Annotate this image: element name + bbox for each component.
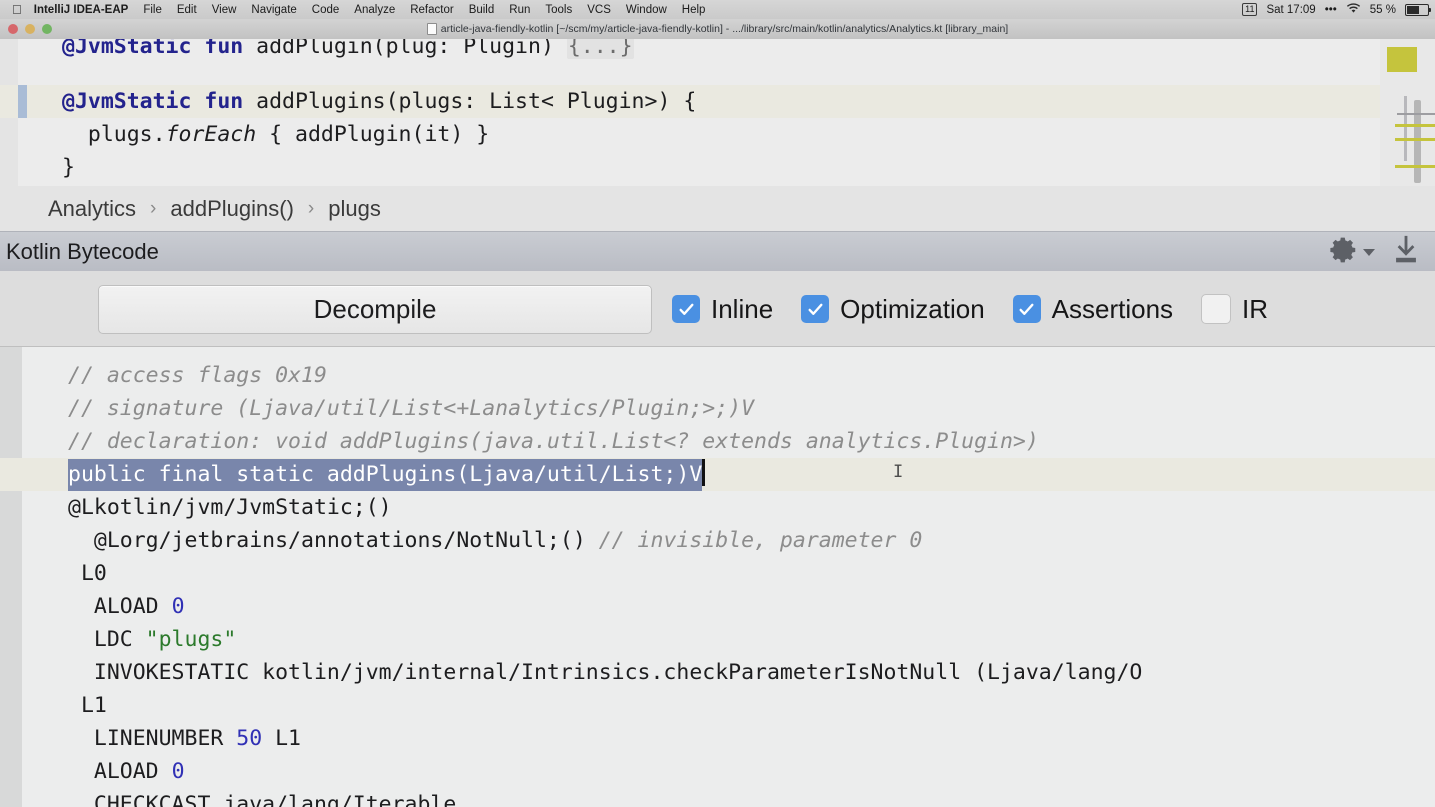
kotlin-source-editor[interactable]: @JvmStatic fun addPlugin(plug: Plugin) {… [0, 39, 1435, 186]
bytecode-line-1: // access flags 0x19 [68, 363, 327, 388]
menu-item-navigate[interactable]: Navigate [251, 4, 296, 16]
rail-marker-gray [1397, 113, 1435, 115]
source-line-3: @JvmStatic fun addPlugins(plugs: List< P… [62, 89, 697, 114]
bytecode-line-4-selected: public final static addPlugins(Ljava/uti… [68, 458, 706, 491]
bytecode-editor[interactable]: // access flags 0x19 // signature (Ljava… [0, 346, 1435, 807]
bytecode-line-9: LDC "plugs" [68, 627, 237, 652]
bytecode-line-11: L1 [68, 693, 107, 718]
inspection-status-indicator[interactable] [1387, 47, 1417, 72]
bytecode-line-2: // signature (Ljava/util/List<+Lanalytic… [68, 396, 755, 421]
bytecode-line-12: LINENUMBER 50 L1 [68, 726, 302, 751]
menu-item-code[interactable]: Code [312, 4, 340, 16]
gear-icon[interactable] [1329, 235, 1359, 270]
source-line-4: plugs.forEach { addPlugin(it) } [62, 122, 490, 147]
traffic-lights [8, 24, 52, 34]
battery-percent-label: 55 % [1369, 3, 1396, 16]
checkbox-optimization[interactable]: Optimization [801, 294, 985, 325]
source-editor-right-rail [1380, 39, 1435, 186]
bytecode-options-group: Inline Optimization Assertions IR [672, 288, 1296, 330]
tool-window-actions [1329, 232, 1423, 272]
menu-item-window[interactable]: Window [626, 4, 667, 16]
hide-tool-window-icon[interactable] [1389, 233, 1423, 272]
bytecode-text: // access flags 0x19 // signature (Ljava… [0, 347, 1435, 807]
wifi-icon[interactable] [1346, 2, 1361, 17]
bytecode-line-3: // declaration: void addPlugins(java.uti… [68, 429, 1039, 454]
breadcrumb: Analytics › addPlugins() › plugs [0, 186, 1435, 231]
source-line-5: } [62, 155, 75, 180]
checkbox-assertions-box[interactable] [1012, 295, 1041, 323]
app-window:  IntelliJ IDEA-EAP File Edit View Navig… [0, 0, 1435, 807]
checkbox-inline-box[interactable] [672, 295, 700, 323]
checkbox-assertions[interactable]: Assertions [1012, 293, 1174, 325]
menu-bar-status-area: 11 Sat 17:09 ••• 55 % [1233, 0, 1431, 19]
bytecode-line-5: @Lkotlin/jvm/JvmStatic;() [68, 495, 392, 520]
settings-dropdown[interactable] [1329, 235, 1375, 270]
menu-app-name[interactable]: IntelliJ IDEA-EAP [34, 4, 129, 16]
menu-item-run[interactable]: Run [509, 4, 530, 16]
tool-window-title: Kotlin Bytecode [6, 239, 159, 264]
check-icon [1019, 303, 1034, 315]
checkbox-assertions-label: Assertions [1051, 293, 1174, 324]
breadcrumb-item-analytics[interactable]: Analytics [48, 196, 136, 222]
checkbox-optimization-label: Optimization [840, 293, 985, 324]
document-icon [426, 23, 437, 35]
notification-badge[interactable]: 11 [1242, 3, 1258, 16]
chevron-down-icon[interactable] [1363, 248, 1375, 256]
rail-marker-warning-2 [1395, 138, 1435, 141]
rail-marker-warning-3 [1395, 165, 1435, 168]
checkbox-ir[interactable]: IR [1201, 294, 1268, 325]
menu-item-build[interactable]: Build [469, 4, 495, 16]
bytecode-line-8: ALOAD 0 [68, 594, 185, 619]
bytecode-line-6: @Lorg/jetbrains/annotations/NotNull;() /… [68, 528, 923, 553]
macos-menu-bar:  IntelliJ IDEA-EAP File Edit View Navig… [0, 0, 1435, 20]
checkbox-inline-label: Inline [711, 293, 774, 324]
menu-item-vcs[interactable]: VCS [587, 4, 611, 16]
chevron-right-icon: › [150, 197, 157, 219]
menu-item-help[interactable]: Help [682, 4, 706, 16]
bytecode-line-10: INVOKESTATIC kotlin/jvm/internal/Intrins… [68, 660, 1143, 685]
tool-window-header: Kotlin Bytecode [0, 231, 1435, 273]
minimize-button[interactable] [25, 24, 35, 34]
clock[interactable]: Sat 17:09 [1266, 4, 1315, 16]
bytecode-line-13: ALOAD 0 [68, 759, 185, 784]
chevron-right-icon: › [307, 197, 315, 219]
decompile-button[interactable]: Decompile [98, 285, 652, 334]
checkbox-ir-box[interactable] [1201, 294, 1232, 324]
bytecode-line-7: L0 [68, 561, 107, 586]
checkbox-optimization-box[interactable] [801, 295, 830, 323]
menu-item-tools[interactable]: Tools [545, 4, 572, 16]
check-icon [678, 303, 694, 315]
menu-item-analyze[interactable]: Analyze [354, 4, 395, 16]
window-title: article-java-fiendly-kotlin [~/scm/my/ar… [426, 23, 1009, 35]
mouse-ibeam-cursor: I [893, 462, 904, 482]
rail-marker-warning-1 [1395, 124, 1435, 127]
checkbox-ir-label: IR [1242, 293, 1269, 324]
checkbox-inline[interactable]: Inline [672, 294, 773, 325]
breadcrumb-item-plugs[interactable]: plugs [328, 196, 381, 222]
window-title-label: article-java-fiendly-kotlin [~/scm/my/ar… [440, 23, 1009, 35]
window-title-bar: article-java-fiendly-kotlin [~/scm/my/ar… [0, 19, 1435, 40]
source-code-text: @JvmStatic fun addPlugin(plug: Plugin) {… [0, 39, 1380, 186]
ellipsis-icon[interactable]: ••• [1325, 4, 1337, 16]
close-button[interactable] [8, 24, 18, 34]
menu-item-file[interactable]: File [143, 4, 162, 16]
battery-icon[interactable] [1405, 3, 1431, 16]
menu-item-edit[interactable]: Edit [177, 4, 197, 16]
breadcrumb-item-addplugins[interactable]: addPlugins() [170, 196, 294, 222]
zoom-button[interactable] [42, 24, 52, 34]
bytecode-line-14: CHECKCAST java/lang/Iterable [68, 792, 457, 807]
source-line-1: @JvmStatic fun addPlugin(plug: Plugin) {… [62, 39, 634, 63]
apple-logo-icon[interactable]:  [12, 3, 22, 16]
text-caret [702, 459, 706, 486]
scrollbar-track-markers [1404, 96, 1407, 161]
menu-item-view[interactable]: View [212, 4, 237, 16]
menu-item-refactor[interactable]: Refactor [410, 4, 453, 16]
check-icon [808, 303, 823, 315]
